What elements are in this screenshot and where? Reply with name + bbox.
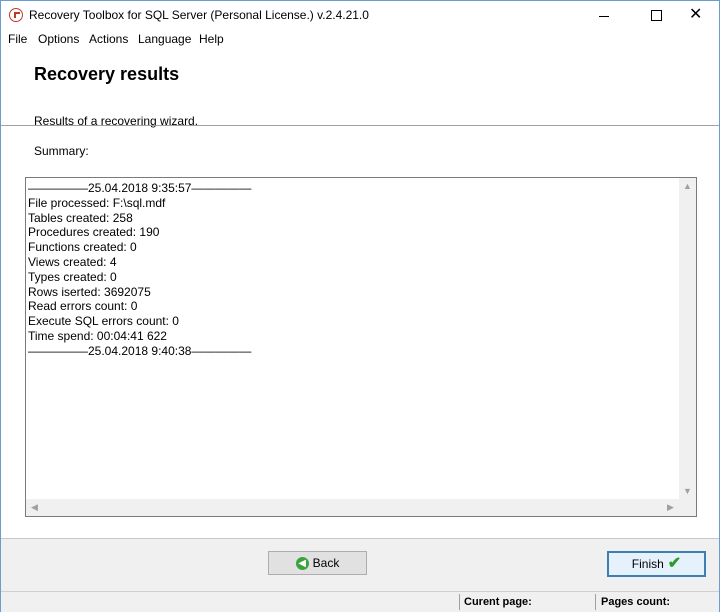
scroll-right-icon[interactable]: ▶	[662, 499, 679, 516]
app-window: Recovery Toolbox for SQL Server (Persona…	[0, 0, 720, 612]
status-separator	[595, 594, 596, 610]
minimize-icon	[599, 16, 609, 17]
summary-log[interactable]: —————25.04.2018 9:35:57————— File proces…	[25, 177, 697, 517]
back-button-label: Back	[312, 556, 340, 570]
log-line: Read errors count: 0	[28, 299, 138, 314]
scroll-up-icon[interactable]: ▲	[679, 178, 696, 195]
log-line: —————25.04.2018 9:40:38—————	[28, 343, 252, 358]
page-title: Recovery results	[34, 64, 180, 84]
current-page-label: Curent page:	[464, 596, 532, 608]
menu-language[interactable]: Language	[138, 32, 191, 46]
log-line: Views created: 4	[28, 254, 117, 269]
window-title: Recovery Toolbox for SQL Server (Persona…	[29, 8, 369, 22]
scroll-left-icon[interactable]: ◀	[26, 499, 43, 516]
log-line: Tables created: 258	[28, 210, 133, 225]
log-line: Procedures created: 190	[28, 225, 160, 240]
menu-options[interactable]: Options	[38, 32, 79, 46]
status-bar: Curent page: Pages count:	[1, 591, 719, 612]
wizard-header: Recovery results Results of a recovering…	[1, 50, 719, 128]
log-line: File processed: F:\sql.mdf	[28, 195, 166, 210]
log-line: Time spend: 00:04:41 622	[28, 328, 167, 343]
title-bar[interactable]: Recovery Toolbox for SQL Server (Persona…	[1, 1, 719, 31]
finish-button[interactable]: Finish ✔	[607, 551, 706, 577]
vertical-scrollbar[interactable]: ▲ ▼	[679, 178, 696, 500]
summary-label: Summary:	[34, 144, 89, 158]
header-divider	[1, 125, 719, 126]
menu-help[interactable]: Help	[199, 32, 224, 46]
close-icon: ✕	[689, 6, 703, 23]
scroll-corner	[679, 499, 696, 516]
status-separator	[459, 594, 460, 610]
checkmark-icon: ✔	[667, 555, 682, 572]
maximize-icon	[651, 10, 662, 21]
app-icon	[9, 8, 23, 22]
log-line: Functions created: 0	[28, 240, 137, 255]
pages-count-label: Pages count:	[601, 596, 671, 608]
menu-file[interactable]: File	[8, 32, 27, 46]
log-line: Rows iserted: 3692075	[28, 284, 151, 299]
log-line: Types created: 0	[28, 269, 117, 284]
log-line: Execute SQL errors count: 0	[28, 314, 179, 329]
back-arrow-icon: ◀	[295, 556, 309, 570]
back-button[interactable]: ◀ Back	[268, 551, 367, 575]
log-line: —————25.04.2018 9:35:57—————	[28, 181, 252, 195]
scroll-down-icon[interactable]: ▼	[679, 483, 696, 500]
wizard-footer: ◀ Back Finish ✔	[1, 538, 719, 591]
close-button[interactable]: ✕	[673, 1, 719, 31]
minimize-button[interactable]	[581, 1, 627, 31]
menu-bar: File Options Actions Language Help	[1, 31, 719, 50]
horizontal-scrollbar[interactable]: ◀ ▶	[26, 499, 679, 516]
summary-log-lines: —————25.04.2018 9:35:57————— File proces…	[28, 181, 251, 359]
finish-button-label: Finish	[631, 557, 664, 571]
menu-actions[interactable]: Actions	[89, 32, 128, 46]
